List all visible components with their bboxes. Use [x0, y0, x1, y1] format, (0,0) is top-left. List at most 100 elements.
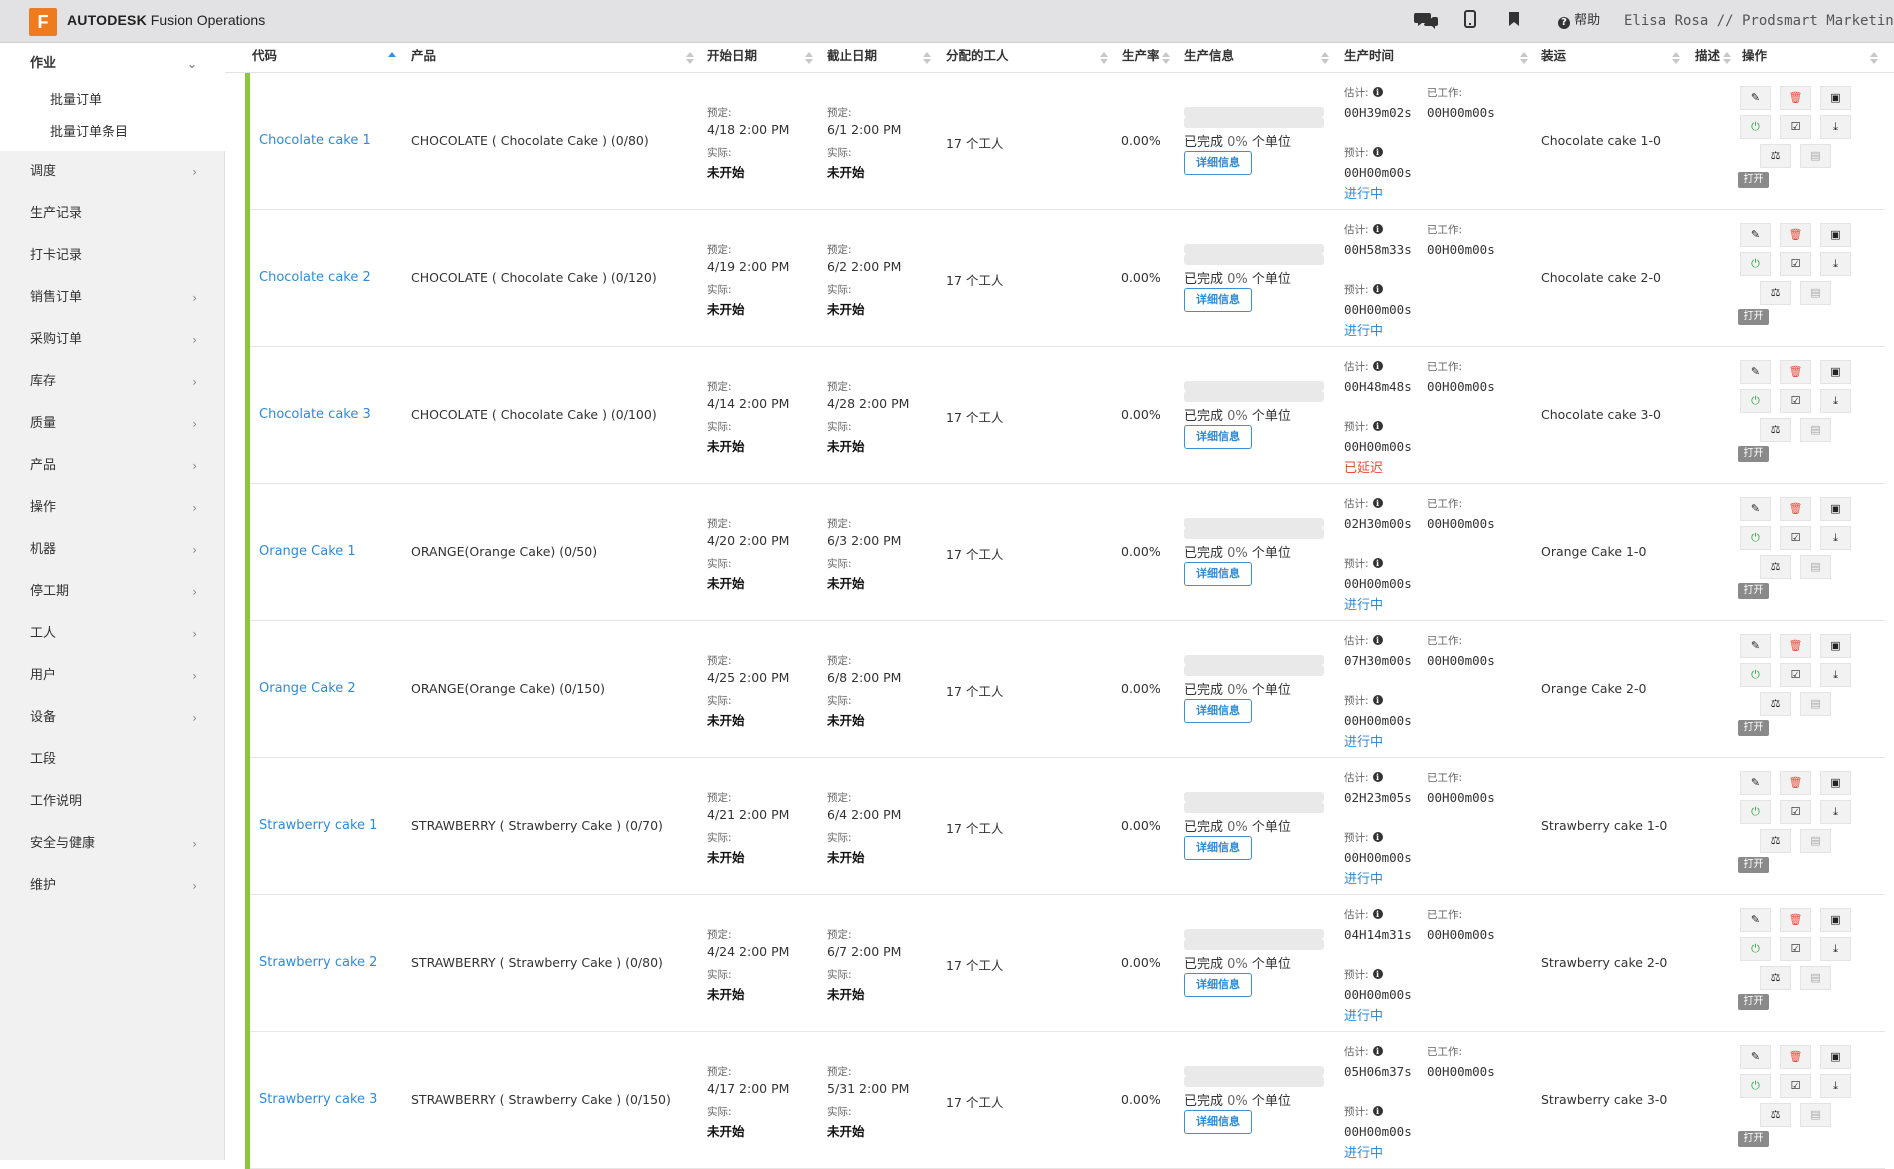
- barcode-icon[interactable]: ▤: [1800, 418, 1831, 442]
- document-icon[interactable]: ▣: [1820, 360, 1851, 384]
- hierarchy-icon[interactable]: ⚖: [1760, 1103, 1791, 1127]
- barcode-icon[interactable]: ▤: [1800, 966, 1831, 990]
- open-button[interactable]: 打开: [1738, 720, 1769, 736]
- sidebar-item[interactable]: 操作 ›: [0, 487, 225, 529]
- power-icon[interactable]: ⏻: [1740, 389, 1771, 413]
- job-code-link[interactable]: Orange Cake 1: [259, 544, 356, 559]
- sidebar-item[interactable]: 质量 ›: [0, 403, 225, 445]
- job-code-link[interactable]: Chocolate cake 3: [259, 407, 371, 422]
- details-button[interactable]: 详细信息: [1184, 973, 1252, 997]
- checklist-icon[interactable]: ☑: [1780, 1074, 1811, 1098]
- barcode-icon[interactable]: ▤: [1800, 1103, 1831, 1127]
- document-icon[interactable]: ▣: [1820, 497, 1851, 521]
- sidebar-item[interactable]: 打卡记录: [0, 235, 225, 277]
- delete-icon[interactable]: 🗑: [1780, 908, 1811, 932]
- hierarchy-icon[interactable]: ⚖: [1760, 966, 1791, 990]
- delete-icon[interactable]: 🗑: [1780, 223, 1811, 247]
- mobile-icon[interactable]: [1463, 10, 1477, 32]
- job-code-link[interactable]: Chocolate cake 1: [259, 133, 371, 148]
- edit-icon[interactable]: ✎: [1740, 497, 1771, 521]
- chat-icon[interactable]: [1413, 10, 1439, 32]
- col-header-workers[interactable]: 分配的工人: [946, 43, 1009, 73]
- col-header-product[interactable]: 产品: [411, 43, 436, 73]
- col-header-start-date[interactable]: 开始日期: [707, 43, 757, 73]
- info-icon[interactable]: i: [1372, 498, 1383, 508]
- document-icon[interactable]: ▣: [1820, 86, 1851, 110]
- hierarchy-icon[interactable]: ⚖: [1760, 829, 1791, 853]
- sidebar-item[interactable]: 销售订单 ›: [0, 277, 225, 319]
- delete-icon[interactable]: 🗑: [1780, 1045, 1811, 1069]
- sort-icon[interactable]: [686, 52, 694, 65]
- checklist-icon[interactable]: ☑: [1780, 663, 1811, 687]
- open-button[interactable]: 打开: [1738, 857, 1769, 873]
- download-icon[interactable]: ⤓: [1820, 663, 1851, 687]
- info-icon[interactable]: i: [1372, 832, 1383, 842]
- document-icon[interactable]: ▣: [1820, 223, 1851, 247]
- info-icon[interactable]: i: [1372, 421, 1383, 431]
- job-code-link[interactable]: Strawberry cake 1: [259, 818, 377, 833]
- checklist-icon[interactable]: ☑: [1780, 800, 1811, 824]
- hierarchy-icon[interactable]: ⚖: [1760, 281, 1791, 305]
- sidebar-item[interactable]: 用户 ›: [0, 655, 225, 697]
- document-icon[interactable]: ▣: [1820, 771, 1851, 795]
- edit-icon[interactable]: ✎: [1740, 86, 1771, 110]
- sort-asc-icon[interactable]: [388, 52, 396, 65]
- info-icon[interactable]: i: [1372, 147, 1383, 157]
- info-icon[interactable]: i: [1372, 772, 1383, 782]
- sort-icon[interactable]: [1520, 52, 1528, 65]
- document-icon[interactable]: ▣: [1820, 634, 1851, 658]
- job-code-link[interactable]: Strawberry cake 2: [259, 955, 377, 970]
- document-icon[interactable]: ▣: [1820, 1045, 1851, 1069]
- sidebar-item[interactable]: 生产记录: [0, 193, 225, 235]
- download-icon[interactable]: ⤓: [1820, 937, 1851, 961]
- edit-icon[interactable]: ✎: [1740, 908, 1771, 932]
- sidebar-subitem-batch-order-items[interactable]: 批量订单条目: [50, 123, 128, 143]
- delete-icon[interactable]: 🗑: [1780, 360, 1811, 384]
- hierarchy-icon[interactable]: ⚖: [1760, 555, 1791, 579]
- barcode-icon[interactable]: ▤: [1800, 829, 1831, 853]
- info-icon[interactable]: i: [1372, 909, 1383, 919]
- delete-icon[interactable]: 🗑: [1780, 771, 1811, 795]
- help-link[interactable]: ? 帮助: [1558, 10, 1600, 32]
- barcode-icon[interactable]: ▤: [1800, 144, 1831, 168]
- download-icon[interactable]: ⤓: [1820, 389, 1851, 413]
- sort-icon[interactable]: [1672, 52, 1680, 65]
- delete-icon[interactable]: 🗑: [1780, 497, 1811, 521]
- details-button[interactable]: 详细信息: [1184, 836, 1252, 860]
- col-header-due-date[interactable]: 截止日期: [827, 43, 877, 73]
- details-button[interactable]: 详细信息: [1184, 699, 1252, 723]
- sidebar-item[interactable]: 安全与健康 ›: [0, 823, 225, 865]
- power-icon[interactable]: ⏻: [1740, 115, 1771, 139]
- checklist-icon[interactable]: ☑: [1780, 115, 1811, 139]
- checklist-icon[interactable]: ☑: [1780, 252, 1811, 276]
- hierarchy-icon[interactable]: ⚖: [1760, 418, 1791, 442]
- info-icon[interactable]: i: [1372, 558, 1383, 568]
- job-code-link[interactable]: Strawberry cake 3: [259, 1092, 377, 1107]
- download-icon[interactable]: ⤓: [1820, 115, 1851, 139]
- col-header-shipping[interactable]: 装运: [1541, 43, 1566, 73]
- open-button[interactable]: 打开: [1738, 172, 1769, 188]
- open-button[interactable]: 打开: [1738, 1131, 1769, 1147]
- info-icon[interactable]: i: [1372, 969, 1383, 979]
- details-button[interactable]: 详细信息: [1184, 288, 1252, 312]
- col-header-code[interactable]: 代码: [252, 43, 277, 73]
- details-button[interactable]: 详细信息: [1184, 151, 1252, 175]
- sort-icon[interactable]: [1162, 52, 1170, 65]
- power-icon[interactable]: ⏻: [1740, 1074, 1771, 1098]
- open-button[interactable]: 打开: [1738, 994, 1769, 1010]
- power-icon[interactable]: ⏻: [1740, 663, 1771, 687]
- download-icon[interactable]: ⤓: [1820, 252, 1851, 276]
- job-code-link[interactable]: Chocolate cake 2: [259, 270, 371, 285]
- download-icon[interactable]: ⤓: [1820, 1074, 1851, 1098]
- barcode-icon[interactable]: ▤: [1800, 692, 1831, 716]
- info-icon[interactable]: i: [1372, 361, 1383, 371]
- edit-icon[interactable]: ✎: [1740, 634, 1771, 658]
- sidebar-item-jobs[interactable]: 作业 ⌄: [0, 43, 225, 85]
- sidebar-item[interactable]: 设备 ›: [0, 697, 225, 739]
- edit-icon[interactable]: ✎: [1740, 223, 1771, 247]
- hierarchy-icon[interactable]: ⚖: [1760, 692, 1791, 716]
- checklist-icon[interactable]: ☑: [1780, 937, 1811, 961]
- info-icon[interactable]: i: [1372, 284, 1383, 294]
- sidebar-item[interactable]: 工作说明: [0, 781, 225, 823]
- col-header-production-info[interactable]: 生产信息: [1184, 43, 1234, 73]
